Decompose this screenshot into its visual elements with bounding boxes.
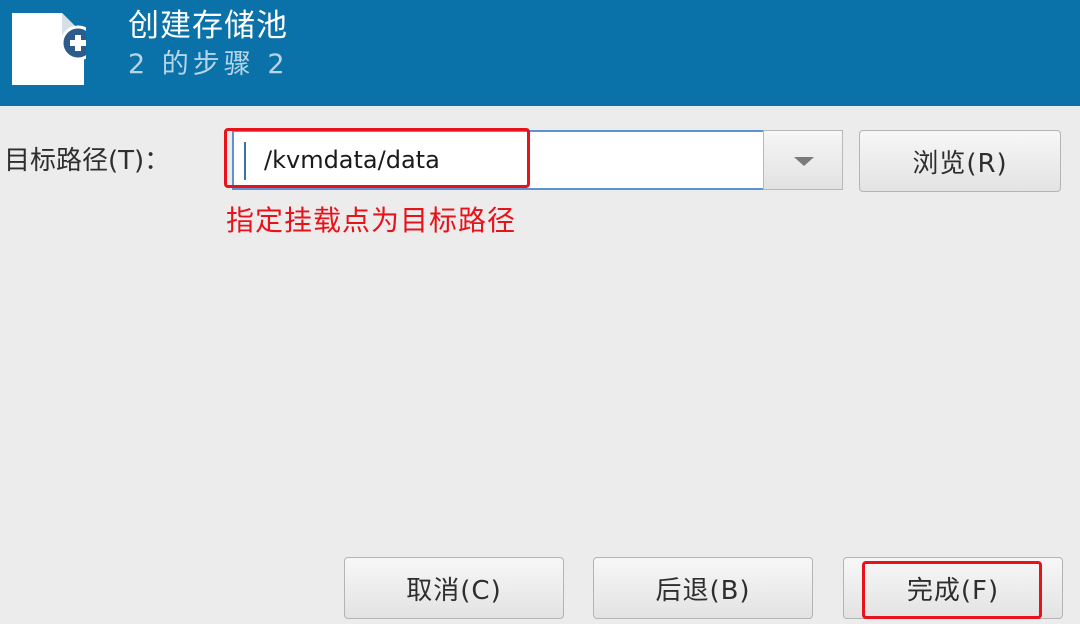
back-button[interactable]: 后退(B) [593, 557, 813, 619]
dialog-header: 创建存储池 2 的步骤 2 [0, 0, 1080, 106]
chevron-down-icon [794, 157, 814, 166]
target-path-input[interactable] [234, 132, 763, 188]
step-indicator: 2 的步骤 2 [128, 49, 289, 80]
target-path-dropdown-button[interactable] [763, 130, 843, 190]
create-storage-pool-dialog: 创建存储池 2 的步骤 2 目标路径(T)： 浏览(R) 指定挂载点为目标路径 … [0, 0, 1080, 624]
finish-button[interactable]: 完成(F) [843, 557, 1063, 619]
dialog-title: 创建存储池 [128, 8, 288, 44]
target-path-label: 目标路径(T)： [4, 146, 171, 176]
target-path-combobox[interactable] [232, 130, 763, 190]
annotation-note: 指定挂载点为目标路径 [226, 204, 517, 237]
browse-button[interactable]: 浏览(R) [859, 130, 1061, 192]
new-document-add-icon [10, 11, 96, 87]
cancel-button[interactable]: 取消(C) [344, 557, 564, 619]
